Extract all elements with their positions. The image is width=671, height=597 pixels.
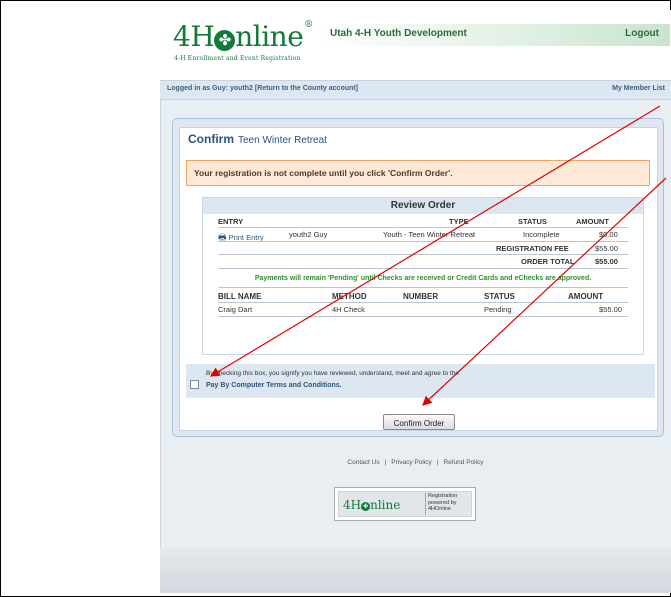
annotation-arrows: [209, 105, 667, 406]
arrow-to-checkbox: [209, 105, 661, 377]
arrow-to-confirm-button: [422, 177, 667, 406]
